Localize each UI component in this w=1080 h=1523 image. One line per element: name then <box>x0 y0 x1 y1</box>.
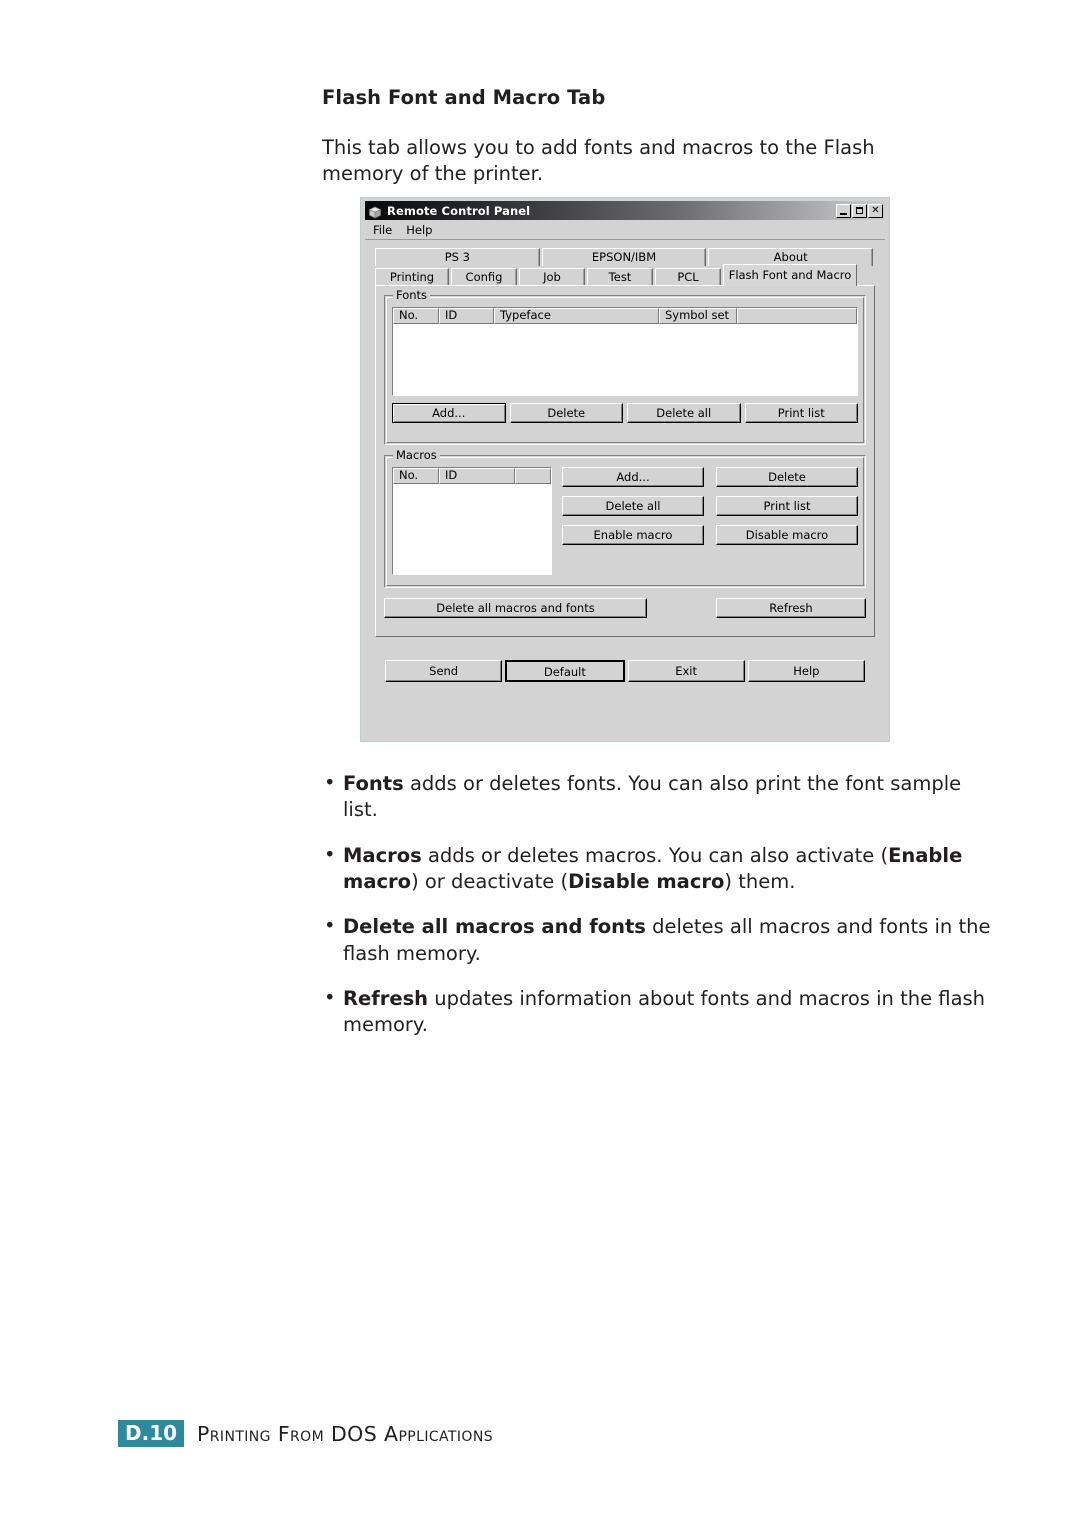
flash-actions-row: Delete all macros and fonts Refresh <box>384 598 866 618</box>
page-title: Flash Font and Macro Tab <box>322 86 606 109</box>
close-button[interactable]: ✕ <box>868 203 883 218</box>
fonts-list-body[interactable] <box>393 324 857 395</box>
menu-item-help[interactable]: Help <box>406 223 432 237</box>
fonts-list-header: No. ID Typeface Symbol set <box>393 308 857 324</box>
application-cube-icon <box>368 204 382 219</box>
dialog-client-area: PS 3 EPSON/IBM About Printing Config Job… <box>365 240 885 737</box>
macros-delete-all-button[interactable]: Delete all <box>562 496 704 516</box>
page-number-badge: D.10 <box>118 1420 185 1448</box>
dialog-button-bar: Send Default Exit Help <box>375 660 875 682</box>
list-item: • Refresh updates information about font… <box>322 986 994 1039</box>
list-item: • Delete all macros and fonts deletes al… <box>322 914 994 967</box>
title-bar: Remote Control Panel ✕ <box>365 201 885 220</box>
menu-item-file[interactable]: File <box>373 223 392 237</box>
tab-panel-flash-font-and-macro: Fonts No. ID Typeface Symbol set Add... … <box>375 285 875 637</box>
intro-paragraph: This tab allows you to add fonts and mac… <box>322 136 875 186</box>
tab-job[interactable]: Job <box>519 268 585 286</box>
macros-group-box: Macros No. ID Add... Delete Delete all P… <box>384 449 866 588</box>
fonts-button-row: Add... Delete Delete all Print list <box>392 403 858 423</box>
send-button[interactable]: Send <box>385 660 503 682</box>
macros-print-list-button[interactable]: Print list <box>716 496 858 516</box>
window-inner: Remote Control Panel ✕ File Help PS 3 EP… <box>365 201 885 737</box>
bullet-text: Delete all macros and fonts deletes all … <box>343 915 991 965</box>
bullet-marker: • <box>324 985 336 1009</box>
macros-button-grid: Add... Delete Delete all Print list Enab… <box>562 467 858 575</box>
fonts-delete-button[interactable]: Delete <box>509 403 623 423</box>
tab-pcl[interactable]: PCL <box>655 268 721 286</box>
fonts-group-label: Fonts <box>393 289 431 301</box>
bullet-marker: • <box>324 771 336 794</box>
tab-config[interactable]: Config <box>451 268 517 286</box>
macros-list-body[interactable] <box>393 484 551 574</box>
list-item: • Macros adds or deletes macros. You can… <box>322 843 994 896</box>
default-button[interactable]: Default <box>505 660 625 682</box>
window-controls: ✕ <box>836 203 883 218</box>
fonts-group-body: No. ID Typeface Symbol set Add... Delete… <box>392 307 858 423</box>
macros-list[interactable]: No. ID <box>392 467 552 575</box>
fonts-column-no[interactable]: No. <box>393 308 439 324</box>
fonts-delete-all-button[interactable]: Delete all <box>627 403 741 423</box>
macros-column-no[interactable]: No. <box>393 468 439 484</box>
document-text-column: Flash Font and Macro Tab This tab allows… <box>322 0 994 187</box>
exit-button[interactable]: Exit <box>627 660 745 682</box>
fonts-print-list-button[interactable]: Print list <box>744 403 858 423</box>
bullet-marker: • <box>324 842 336 866</box>
tab-flash-font-and-macro[interactable]: Flash Font and Macro <box>723 264 857 286</box>
remote-control-panel-window: Remote Control Panel ✕ File Help PS 3 EP… <box>360 197 890 742</box>
macros-column-id[interactable]: ID <box>439 468 515 484</box>
macros-group-body: No. ID Add... Delete Delete all Print li… <box>392 467 858 575</box>
macros-list-header: No. ID <box>393 468 551 484</box>
tab-strip: PS 3 EPSON/IBM About Printing Config Job… <box>375 248 875 637</box>
tab-printing[interactable]: Printing <box>375 268 449 286</box>
bullet-text: Refresh updates information about fonts … <box>343 986 986 1037</box>
tab-epson-ibm[interactable]: EPSON/IBM <box>541 248 707 266</box>
macros-group-label: Macros <box>393 449 440 461</box>
bullet-text: Macros adds or deletes macros. You can a… <box>343 843 963 893</box>
macros-column-blank[interactable] <box>515 468 551 484</box>
minimize-button[interactable] <box>836 203 851 218</box>
fonts-list[interactable]: No. ID Typeface Symbol set <box>392 307 858 396</box>
window-title: Remote Control Panel <box>387 203 531 218</box>
macros-enable-macro-button[interactable]: Enable macro <box>562 525 704 545</box>
fonts-column-blank[interactable] <box>737 308 857 324</box>
fonts-column-id[interactable]: ID <box>439 308 494 324</box>
page-footer: D.10 Printing From DOS Applications <box>118 1420 493 1448</box>
tab-test[interactable]: Test <box>587 268 653 286</box>
tab-ps3[interactable]: PS 3 <box>375 248 540 266</box>
bullet-text: Fonts adds or deletes fonts. You can als… <box>343 772 962 822</box>
refresh-button[interactable]: Refresh <box>716 598 866 618</box>
macros-disable-macro-button[interactable]: Disable macro <box>716 525 858 545</box>
macros-delete-button[interactable]: Delete <box>716 467 858 487</box>
help-button[interactable]: Help <box>747 660 865 682</box>
list-item: • Fonts adds or deletes fonts. You can a… <box>322 771 994 824</box>
tab-row-lower: Printing Config Job Test PCL Flash Font … <box>375 264 875 286</box>
fonts-column-typeface[interactable]: Typeface <box>494 308 659 324</box>
fonts-add-button[interactable]: Add... <box>392 403 506 423</box>
feature-bullet-list: • Fonts adds or deletes fonts. You can a… <box>322 771 994 1058</box>
fonts-group-box: Fonts No. ID Typeface Symbol set Add... … <box>384 289 866 445</box>
fonts-column-symbol-set[interactable]: Symbol set <box>659 308 737 324</box>
footer-running-title: Printing From DOS Applications <box>197 1421 493 1446</box>
bullet-marker: • <box>324 914 336 938</box>
delete-all-macros-and-fonts-button[interactable]: Delete all macros and fonts <box>384 598 647 618</box>
menu-bar: File Help <box>365 220 885 240</box>
maximize-button[interactable] <box>852 203 867 218</box>
macros-add-button[interactable]: Add... <box>562 467 704 487</box>
